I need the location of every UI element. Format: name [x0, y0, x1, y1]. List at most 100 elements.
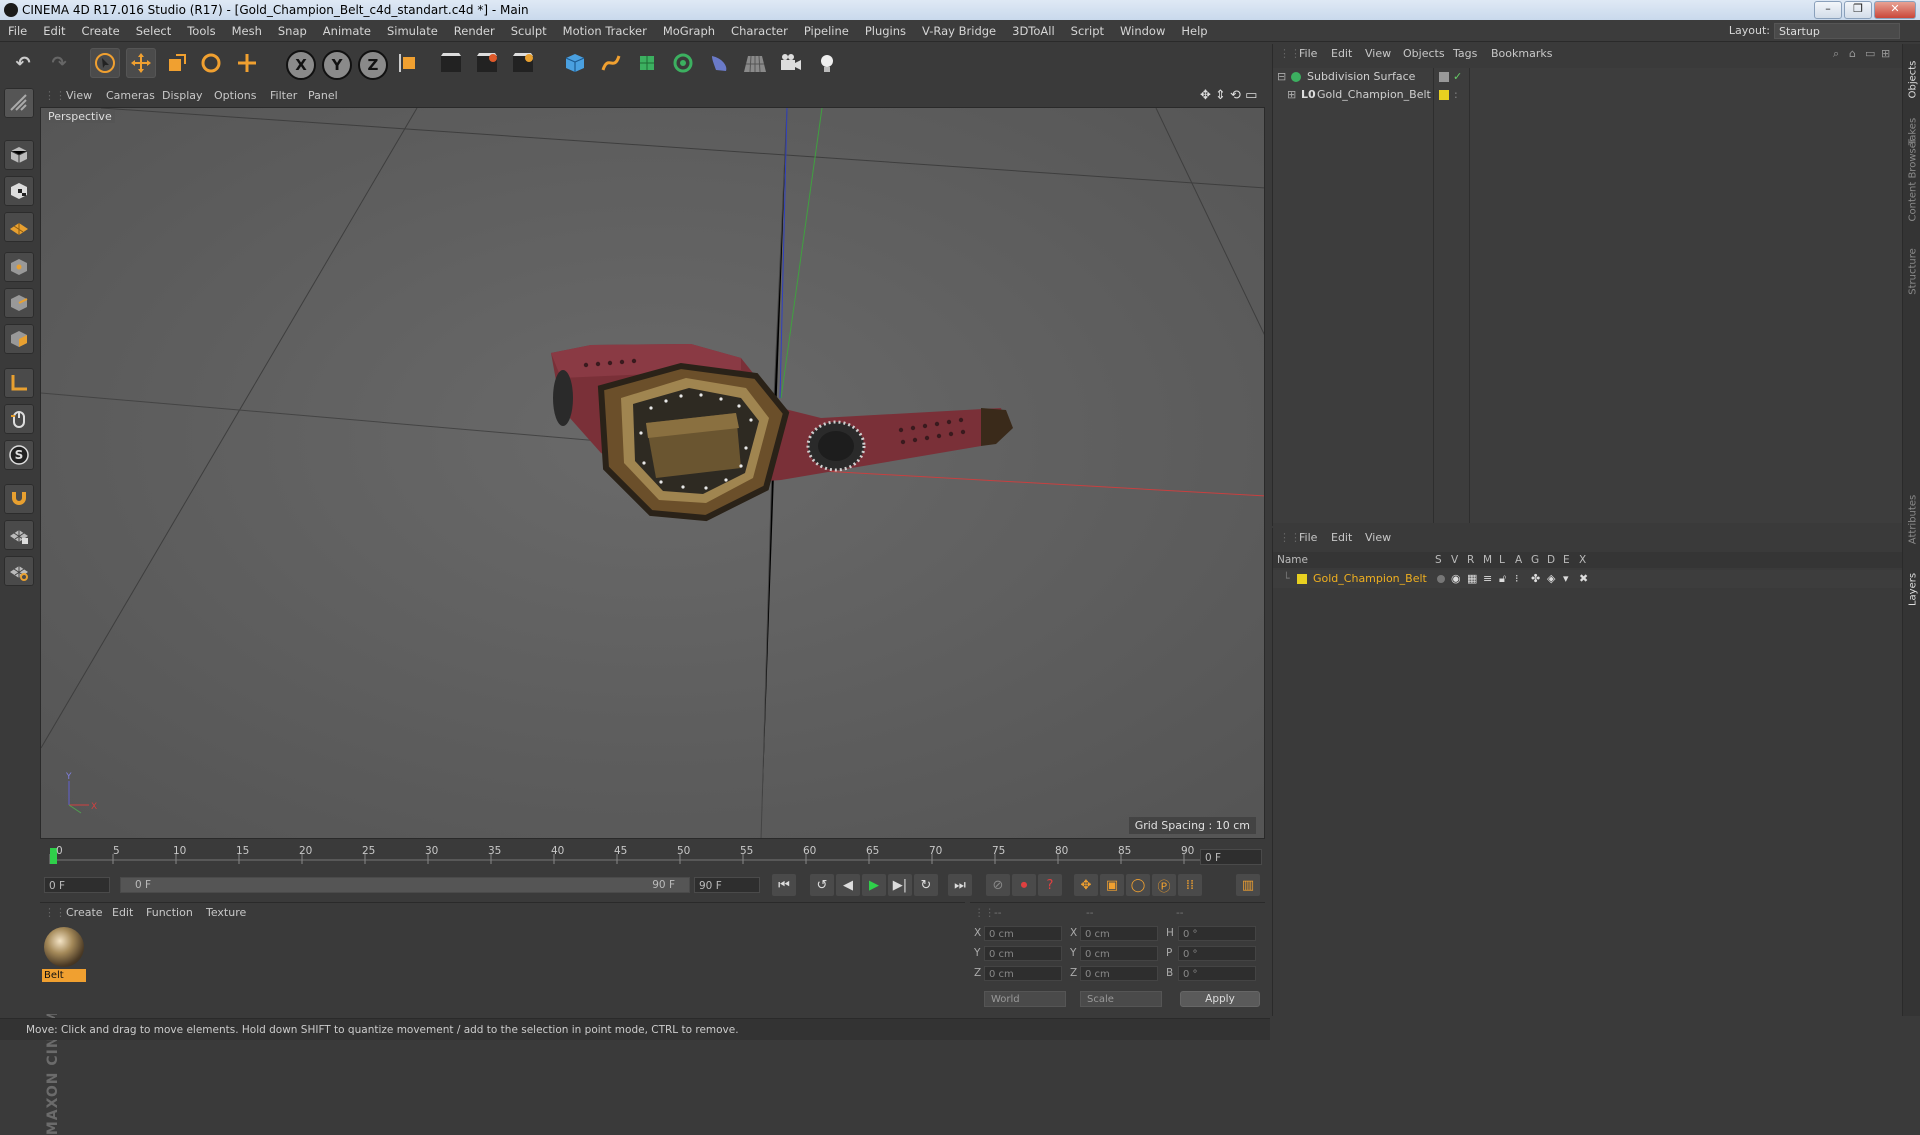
search-icon[interactable]: ⌕ [1833, 44, 1839, 64]
viewport-menu-display[interactable]: Display [162, 86, 203, 106]
planar-workplane-icon[interactable] [4, 556, 34, 586]
coord-system-dropdown[interactable]: World [984, 991, 1066, 1007]
deformers-toggle-icon[interactable]: ◈ [1547, 570, 1555, 588]
menu-vray-bridge[interactable]: V-Ray Bridge [914, 20, 1004, 42]
pos-x-field[interactable]: 0 cm [984, 926, 1062, 941]
menu-edit[interactable]: Edit [35, 20, 73, 42]
menu-animate[interactable]: Animate [315, 20, 379, 42]
layers-menu-view[interactable]: View [1365, 528, 1391, 548]
light-icon[interactable] [812, 48, 842, 78]
previous-key-icon[interactable]: ↺ [810, 874, 834, 896]
size-z-field[interactable]: 0 cm [1080, 966, 1158, 981]
viewport-navigate-icons[interactable]: ✥ ⇕ ⟲ ▭ [1200, 86, 1257, 106]
previous-frame-icon[interactable]: ◀ [836, 874, 860, 896]
undo-icon[interactable]: ↶ [8, 48, 38, 78]
frame-range-slider[interactable]: 0 F 90 F [120, 877, 690, 893]
expand-toggle-icon[interactable]: ⊞ [1287, 86, 1296, 104]
timeline-ruler[interactable]: 0 5 10 15 20 25 30 35 40 45 50 55 60 65 … [40, 842, 1265, 872]
size-y-field[interactable]: 0 cm [1080, 946, 1158, 961]
menu-3dtoall[interactable]: 3DToAll [1004, 20, 1063, 42]
record-keys-icon[interactable]: ⊘ [986, 874, 1010, 896]
rotate-tool-icon[interactable] [196, 48, 226, 78]
pen-spline-icon[interactable] [596, 48, 626, 78]
objects-menu-file[interactable]: File [1299, 44, 1317, 64]
enabled-check-icon[interactable]: ✓ [1453, 68, 1462, 86]
layer-color-swatch[interactable] [1297, 574, 1307, 584]
layout-select[interactable]: Startup [1774, 23, 1900, 39]
size-mode-dropdown[interactable]: Scale [1080, 991, 1162, 1007]
camera-icon[interactable] [776, 48, 806, 78]
key-rotation-icon[interactable]: ◯ [1126, 874, 1150, 896]
objects-menu-bookmarks[interactable]: Bookmarks [1491, 44, 1552, 64]
points-mode-icon[interactable] [4, 252, 34, 282]
render-settings-icon[interactable] [508, 48, 538, 78]
home-icon[interactable]: ⌂ [1849, 44, 1856, 64]
tab-structure[interactable]: Structure [1908, 242, 1919, 302]
layer-row[interactable]: └ Gold_Champion_Belt ◉ ▦ ≡ 🔓︎ ⁝ ✤ ◈ ▾ ✖ [1273, 570, 1903, 588]
animation-toggle-icon[interactable]: ⁝ [1515, 570, 1519, 588]
layer-name[interactable]: Gold_Champion_Belt [1313, 570, 1427, 588]
deformer-icon[interactable] [704, 48, 734, 78]
layer-swatch-icon[interactable] [1439, 72, 1449, 82]
menu-sculpt[interactable]: Sculpt [503, 20, 555, 42]
scale-tool-icon[interactable] [162, 48, 192, 78]
solo-mode-icon[interactable]: S [4, 440, 34, 470]
layers-menu-edit[interactable]: Edit [1331, 528, 1352, 548]
tab-objects[interactable]: Objects [1908, 50, 1919, 110]
rot-p-field[interactable]: 0 ° [1178, 946, 1256, 961]
object-name[interactable]: Gold_Champion_Belt [1317, 86, 1431, 104]
solo-toggle-icon[interactable] [1437, 575, 1445, 583]
z-axis-lock-button[interactable]: Z [358, 50, 388, 80]
snap-magnet-icon[interactable] [4, 484, 34, 514]
key-scale-icon[interactable]: ▣ [1100, 874, 1124, 896]
max-frame-field[interactable]: 90 F [694, 877, 760, 893]
current-frame-field[interactable]: 0 F [44, 877, 110, 893]
menu-pipeline[interactable]: Pipeline [796, 20, 857, 42]
viewport-menu-filter[interactable]: Filter [270, 86, 297, 106]
edges-mode-icon[interactable] [4, 288, 34, 318]
texture-mode-icon[interactable] [4, 176, 34, 206]
render-picture-viewer-icon[interactable] [472, 48, 502, 78]
menu-window[interactable]: Window [1112, 20, 1173, 42]
move-tool-icon[interactable] [126, 48, 156, 78]
menu-mesh[interactable]: Mesh [224, 20, 270, 42]
material-menu-edit[interactable]: Edit [112, 903, 133, 923]
render-toggle-icon[interactable]: ▦ [1467, 570, 1477, 588]
rot-h-field[interactable]: 0 ° [1178, 926, 1256, 941]
polygons-mode-icon[interactable] [4, 324, 34, 354]
coordinate-system-icon[interactable] [394, 48, 424, 78]
layers-menu-file[interactable]: File [1299, 528, 1317, 548]
viewport-menu-options[interactable]: Options [214, 86, 256, 106]
viewport-menu-view[interactable]: View [66, 86, 92, 106]
objects-menu-objects[interactable]: Objects [1403, 44, 1445, 64]
menu-plugins[interactable]: Plugins [857, 20, 914, 42]
menu-snap[interactable]: Snap [270, 20, 315, 42]
next-key-icon[interactable]: ↻ [914, 874, 938, 896]
menu-script[interactable]: Script [1063, 20, 1112, 42]
size-x-field[interactable]: 0 cm [1080, 926, 1158, 941]
timeline-end-frame-field[interactable]: 0 F [1200, 849, 1262, 865]
material-name-label[interactable]: Belt [42, 969, 86, 982]
menu-tools[interactable]: Tools [179, 20, 223, 42]
next-frame-icon[interactable]: ▶| [888, 874, 912, 896]
object-row-subdivision[interactable]: ⊟ Subdivision Surface ✓ [1273, 68, 1903, 86]
play-icon[interactable]: ▶ [862, 874, 886, 896]
new-panel-icon[interactable]: ⊞ [1881, 44, 1890, 64]
locked-workplane-icon[interactable] [4, 520, 34, 550]
tab-attributes[interactable]: Attributes [1908, 490, 1919, 550]
menu-character[interactable]: Character [723, 20, 796, 42]
keyframe-selection-icon[interactable]: ? [1038, 874, 1062, 896]
manager-toggle-icon[interactable]: ≡ [1483, 570, 1492, 588]
menu-file[interactable]: File [0, 20, 35, 42]
x-axis-lock-button[interactable]: X [286, 50, 316, 80]
timeline-layout-icon[interactable]: ▥ [1236, 874, 1260, 896]
3d-viewport[interactable]: Y X Perspective Grid Spacing : 10 cm [40, 107, 1265, 839]
material-menu-create[interactable]: Create [66, 903, 103, 923]
objects-menu-view[interactable]: View [1365, 44, 1391, 64]
viewport-menu-panel[interactable]: Panel [308, 86, 338, 106]
model-mode-icon[interactable] [4, 140, 34, 170]
subdivision-surface-icon[interactable] [632, 48, 662, 78]
autokey-icon[interactable]: ⏺ [1012, 874, 1036, 896]
viewport-menu-cameras[interactable]: Cameras [106, 86, 155, 106]
tab-layers[interactable]: Layers [1908, 560, 1919, 620]
